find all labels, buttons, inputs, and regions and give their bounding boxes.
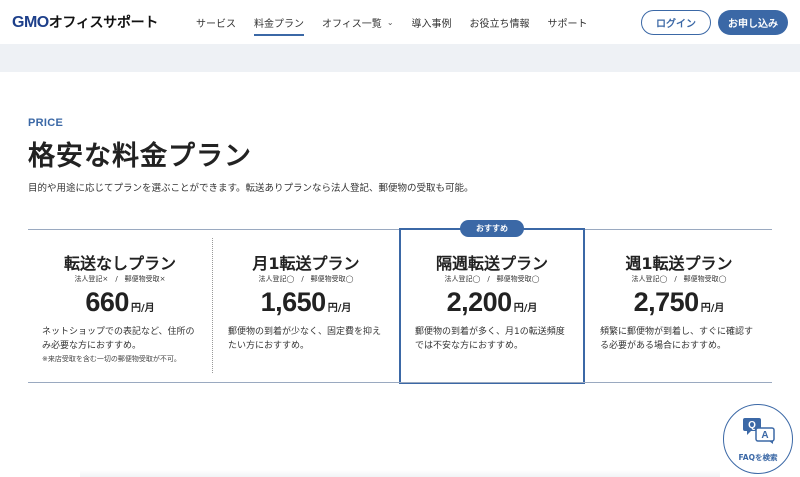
nav-item-articles[interactable]: お役立ち情報 (470, 0, 530, 44)
price-unit: 円/月 (327, 303, 352, 314)
plan-name: 転送なしプラン (63, 254, 176, 273)
nav-item-offices[interactable]: オフィス一覧 ⌄ (322, 0, 394, 44)
plan-description: 頻繁に郵便物が到着し、すぐに確認する必要がある場合におすすめ。 (600, 327, 754, 351)
feature-separator: / (115, 275, 118, 283)
nav-label: 料金プラン (254, 18, 304, 30)
plan-divider (212, 238, 213, 373)
section-eyebrow: PRICE (28, 117, 64, 129)
plan-price: 1,650 円/月 (214, 287, 398, 318)
logo-gmo: GMO (12, 14, 49, 31)
header-band (0, 44, 800, 72)
feature-mail: 郵便物受取× (124, 275, 166, 283)
faq-search-button[interactable]: Q A FAQを検索 (723, 404, 793, 474)
plan-description: ネットショップでの表記など、住所のみ必要な方におすすめ。 (42, 327, 195, 351)
plan-description: 郵便物の到着が多く、月1の転送頻度では不安な方におすすめ。 (415, 327, 565, 351)
nav-item-services[interactable]: サービス (196, 0, 236, 44)
price-amount: 1,650 (260, 287, 327, 317)
section-lead: 目的や用途に応じてプランを選ぶことができます。転送ありプランなら法人登記、郵便物… (28, 183, 474, 194)
plan-name: 月1転送プラン (252, 254, 360, 273)
qa-a-letter: A (761, 430, 768, 441)
price-amount: 2,200 (446, 287, 513, 317)
recommended-badge: おすすめ (460, 220, 524, 237)
feature-registration: 法人登記× (74, 275, 109, 283)
plan-features: 法人登記× / 郵便物受取× (28, 274, 212, 284)
nav-label: サービス (196, 18, 236, 30)
plan-features: 法人登記◯ / 郵便物受取◯ (401, 274, 583, 284)
feature-registration: 法人登記◯ (444, 275, 481, 283)
price-amount: 660 (85, 287, 129, 317)
plan-card-weekly: 週1転送プラン 法人登記◯ / 郵便物受取◯ 2,750 円/月 頻繁に郵便物が到着し… (586, 229, 772, 383)
price-unit: 円/月 (130, 303, 155, 314)
plan-name: 隔週転送プラン (435, 254, 548, 273)
feature-mail: 郵便物受取◯ (310, 275, 354, 283)
nav-label: 導入事例 (411, 18, 452, 30)
plan-price: 660 円/月 (28, 287, 212, 318)
bottom-fade (80, 470, 720, 477)
plan-name: 週1転送プラン (625, 254, 733, 273)
plan-features: 法人登記◯ / 郵便物受取◯ (586, 274, 772, 284)
apply-button[interactable]: お申し込み (718, 10, 788, 35)
feature-registration: 法人登記◯ (631, 275, 668, 283)
main-nav: サービス 料金プラン オフィス一覧 ⌄ 導入事例 お役立ち情報 サポート (196, 0, 606, 44)
plan-card-monthly: 月1転送プラン 法人登記◯ / 郵便物受取◯ 1,650 円/月 郵便物の到着が少なく… (214, 229, 398, 383)
qa-q-letter: Q (748, 420, 756, 431)
nav-item-support[interactable]: サポート (548, 0, 588, 44)
plan-price: 2,750 円/月 (586, 287, 772, 318)
feature-separator: / (674, 275, 677, 283)
feature-registration: 法人登記◯ (258, 275, 295, 283)
nav-label: サポート (547, 18, 588, 30)
nav-label: お役立ち情報 (469, 18, 530, 30)
feature-separator: / (301, 275, 304, 283)
feature-mail: 郵便物受取◯ (683, 275, 727, 283)
plan-note: ※来店受取を含む一切の郵便物受取が不可。 (42, 355, 181, 363)
feature-mail: 郵便物受取◯ (496, 275, 540, 283)
login-button[interactable]: ログイン (641, 10, 711, 35)
qa-chat-icon: Q A (743, 418, 775, 444)
chevron-down-icon: ⌄ (386, 17, 394, 27)
price-unit: 円/月 (700, 303, 725, 314)
nav-item-cases[interactable]: 導入事例 (412, 0, 452, 44)
plan-price: 2,200 円/月 (401, 287, 583, 318)
nav-item-pricing[interactable]: 料金プラン (254, 0, 304, 44)
faq-label: FAQを検索 (738, 453, 778, 462)
feature-separator: / (487, 275, 490, 283)
plan-card-biweekly: 隔週転送プラン 法人登記◯ / 郵便物受取◯ 2,200 円/月 郵便物の到着が多く、… (399, 228, 585, 384)
plan-features: 法人登記◯ / 郵便物受取◯ (214, 274, 398, 284)
logo[interactable]: GMOオフィスサポート (12, 12, 158, 32)
logo-text: オフィスサポート (48, 14, 159, 30)
plan-card-no-forwarding: 転送なしプラン 法人登記× / 郵便物受取× 660 円/月 ネットショップでの表記な… (28, 229, 212, 383)
plan-description: 郵便物の到着が少なく、固定費を抑えたい方におすすめ。 (228, 327, 382, 351)
nav-label: オフィス一覧 (322, 18, 382, 30)
site-header: GMOオフィスサポート サービス 料金プラン オフィス一覧 ⌄ 導入事例 お役立ち… (0, 0, 800, 44)
price-amount: 2,750 (633, 287, 700, 317)
page-title: 格安な料金プラン (28, 141, 252, 172)
price-unit: 円/月 (513, 303, 538, 314)
plans-bottom-rule (28, 382, 772, 383)
